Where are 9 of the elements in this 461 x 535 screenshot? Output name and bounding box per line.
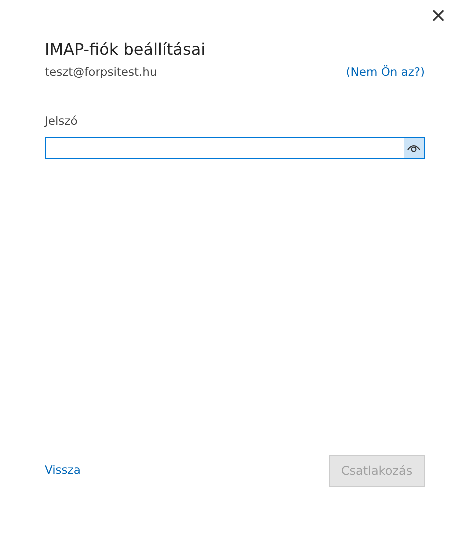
password-field[interactable] xyxy=(45,136,425,158)
back-link[interactable]: Vissza xyxy=(45,462,81,480)
account-email: teszt@forpsitest.hu xyxy=(45,64,158,81)
dialog-title: IMAP-fiók beállításai xyxy=(45,40,207,60)
show-password-button[interactable] xyxy=(404,138,424,158)
close-button[interactable]: × xyxy=(426,3,451,27)
switch-account-link[interactable]: (Nem Ön az?) xyxy=(346,64,425,82)
password-label: Jelszó xyxy=(45,113,79,130)
eye-icon xyxy=(407,142,421,152)
